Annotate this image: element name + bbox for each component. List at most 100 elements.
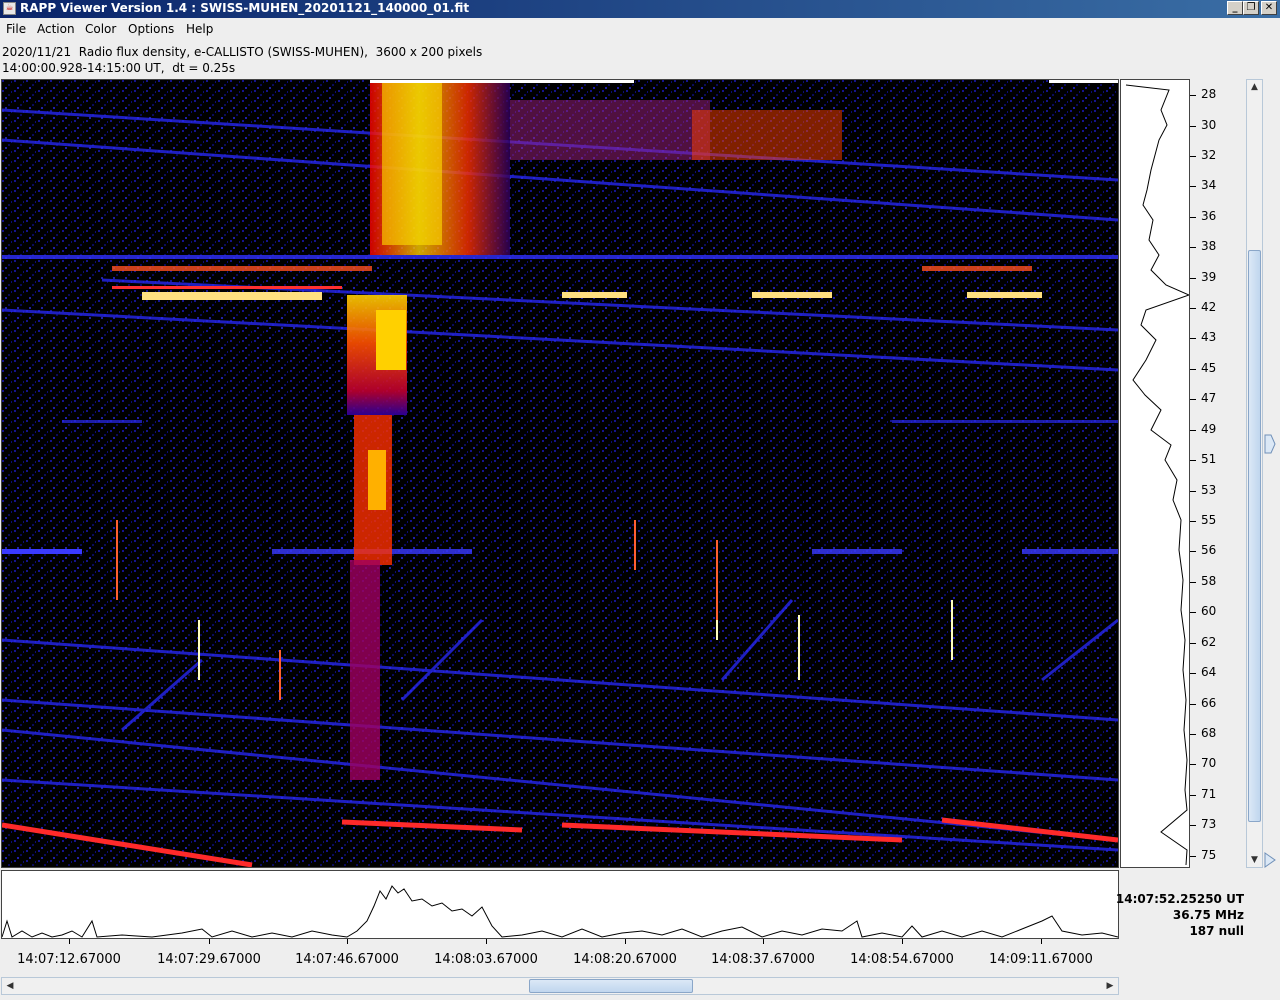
freq-tick — [1190, 825, 1196, 826]
freq-tick — [1190, 521, 1196, 522]
freq-tick — [1190, 308, 1196, 309]
freq-label: 43 — [1201, 330, 1217, 344]
freq-label: 51 — [1201, 452, 1217, 466]
freq-label: 47 — [1201, 391, 1217, 405]
light-curve-plot — [1, 885, 1119, 938]
time-axis: 14:07:12.67000 14:07:29.67000 14:07:46.6… — [1, 939, 1119, 975]
title-bar: ☕ RAPP Viewer Version 1.4 : SWISS-MUHEN_… — [0, 0, 1280, 18]
freq-tick — [1190, 795, 1196, 796]
time-tick — [69, 939, 70, 944]
freq-tick — [1190, 156, 1196, 157]
time-label: 14:07:12.67000 — [17, 952, 121, 967]
time-label: 14:07:29.67000 — [157, 952, 261, 967]
time-label: 14:08:37.67000 — [711, 952, 815, 967]
time-label: 14:09:11.67000 — [989, 952, 1093, 967]
freq-label: 62 — [1201, 635, 1217, 649]
freq-label: 64 — [1201, 665, 1217, 679]
freq-label: 38 — [1201, 239, 1217, 253]
freq-label: 45 — [1201, 361, 1217, 375]
freq-tick — [1190, 369, 1196, 370]
freq-label: 53 — [1201, 483, 1217, 497]
freq-label: 75 — [1201, 848, 1217, 862]
freq-tick — [1190, 338, 1196, 339]
freq-label: 28 — [1201, 87, 1217, 101]
freq-tick — [1190, 95, 1196, 96]
freq-label: 36 — [1201, 209, 1217, 223]
frequency-profile — [1120, 79, 1191, 868]
freq-tick — [1190, 247, 1196, 248]
menu-bar: File Action Color Options Help — [0, 18, 1280, 42]
frequency-axis: 28 30 32 34 36 38 39 42 43 45 47 49 51 5… — [1190, 79, 1246, 868]
time-tick — [902, 939, 903, 944]
vertical-scroll-thumb[interactable] — [1248, 250, 1261, 822]
freq-label: 34 — [1201, 178, 1217, 192]
readout-time: 14:07:52.25250 UT — [1115, 892, 1244, 906]
close-icon[interactable]: ✕ — [1261, 1, 1277, 15]
freq-label: 58 — [1201, 574, 1217, 588]
freq-tick — [1190, 278, 1196, 279]
freq-tick — [1190, 704, 1196, 705]
readout-value: 187 null — [1189, 924, 1244, 938]
spectrogram[interactable] — [1, 79, 1119, 868]
freq-tick — [1190, 643, 1196, 644]
menu-action[interactable]: Action — [37, 22, 75, 36]
freq-tick — [1190, 856, 1196, 857]
freq-tick — [1190, 460, 1196, 461]
time-tick — [625, 939, 626, 944]
freq-tick — [1190, 582, 1196, 583]
freq-label: 70 — [1201, 756, 1217, 770]
scroll-up-icon[interactable]: ▲ — [1247, 80, 1262, 94]
time-label: 14:08:03.67000 — [434, 952, 538, 967]
time-tick — [763, 939, 764, 944]
freq-tick — [1190, 551, 1196, 552]
maximize-icon[interactable]: ❐ — [1243, 1, 1259, 15]
scroll-left-icon[interactable]: ◀ — [2, 978, 18, 994]
freq-label: 39 — [1201, 270, 1217, 284]
spectrogram-image — [2, 80, 1118, 867]
info-line-1: 2020/11/21 Radio flux density, e-CALLIST… — [2, 45, 483, 59]
frequency-profile-plot — [1125, 84, 1191, 866]
freq-label: 30 — [1201, 118, 1217, 132]
scroll-down-icon[interactable]: ▼ — [1247, 853, 1262, 867]
time-label: 14:08:54.67000 — [850, 952, 954, 967]
freq-label: 60 — [1201, 604, 1217, 618]
time-label: 14:07:46.67000 — [295, 952, 399, 967]
scroll-right-icon[interactable]: ▶ — [1102, 978, 1118, 994]
time-tick — [347, 939, 348, 944]
freq-label: 68 — [1201, 726, 1217, 740]
freq-tick — [1190, 764, 1196, 765]
freq-tick — [1190, 673, 1196, 674]
time-label: 14:08:20.67000 — [573, 952, 677, 967]
minimize-icon[interactable]: _ — [1227, 1, 1243, 15]
freq-label: 66 — [1201, 696, 1217, 710]
freq-tick — [1190, 186, 1196, 187]
horizontal-scroll-thumb[interactable] — [529, 979, 693, 993]
vertical-scrollbar[interactable]: ▲ ▼ — [1246, 79, 1263, 868]
freq-tick — [1190, 217, 1196, 218]
java-cup-icon: ☕ — [3, 2, 16, 15]
menu-help[interactable]: Help — [186, 22, 213, 36]
menu-options[interactable]: Options — [128, 22, 174, 36]
menu-file[interactable]: File — [6, 22, 26, 36]
window-title: RAPP Viewer Version 1.4 : SWISS-MUHEN_20… — [20, 1, 470, 15]
freq-tick — [1190, 734, 1196, 735]
freq-label: 32 — [1201, 148, 1217, 162]
slider-handle-icon[interactable] — [1264, 434, 1276, 454]
freq-tick — [1190, 612, 1196, 613]
freq-label: 49 — [1201, 422, 1217, 436]
light-curve — [1, 870, 1119, 939]
info-line-2: 14:00:00.928-14:15:00 UT, dt = 0.25s — [2, 61, 236, 75]
freq-label: 73 — [1201, 817, 1217, 831]
freq-tick — [1190, 399, 1196, 400]
slider-end-icon[interactable] — [1264, 852, 1276, 868]
freq-label: 55 — [1201, 513, 1217, 527]
time-tick — [486, 939, 487, 944]
freq-label: 56 — [1201, 543, 1217, 557]
readout-frequency: 36.75 MHz — [1172, 908, 1244, 922]
freq-tick — [1190, 126, 1196, 127]
freq-tick — [1190, 430, 1196, 431]
menu-color[interactable]: Color — [85, 22, 116, 36]
freq-label: 71 — [1201, 787, 1217, 801]
horizontal-scrollbar[interactable]: ◀ ▶ — [1, 977, 1119, 995]
time-tick — [209, 939, 210, 944]
